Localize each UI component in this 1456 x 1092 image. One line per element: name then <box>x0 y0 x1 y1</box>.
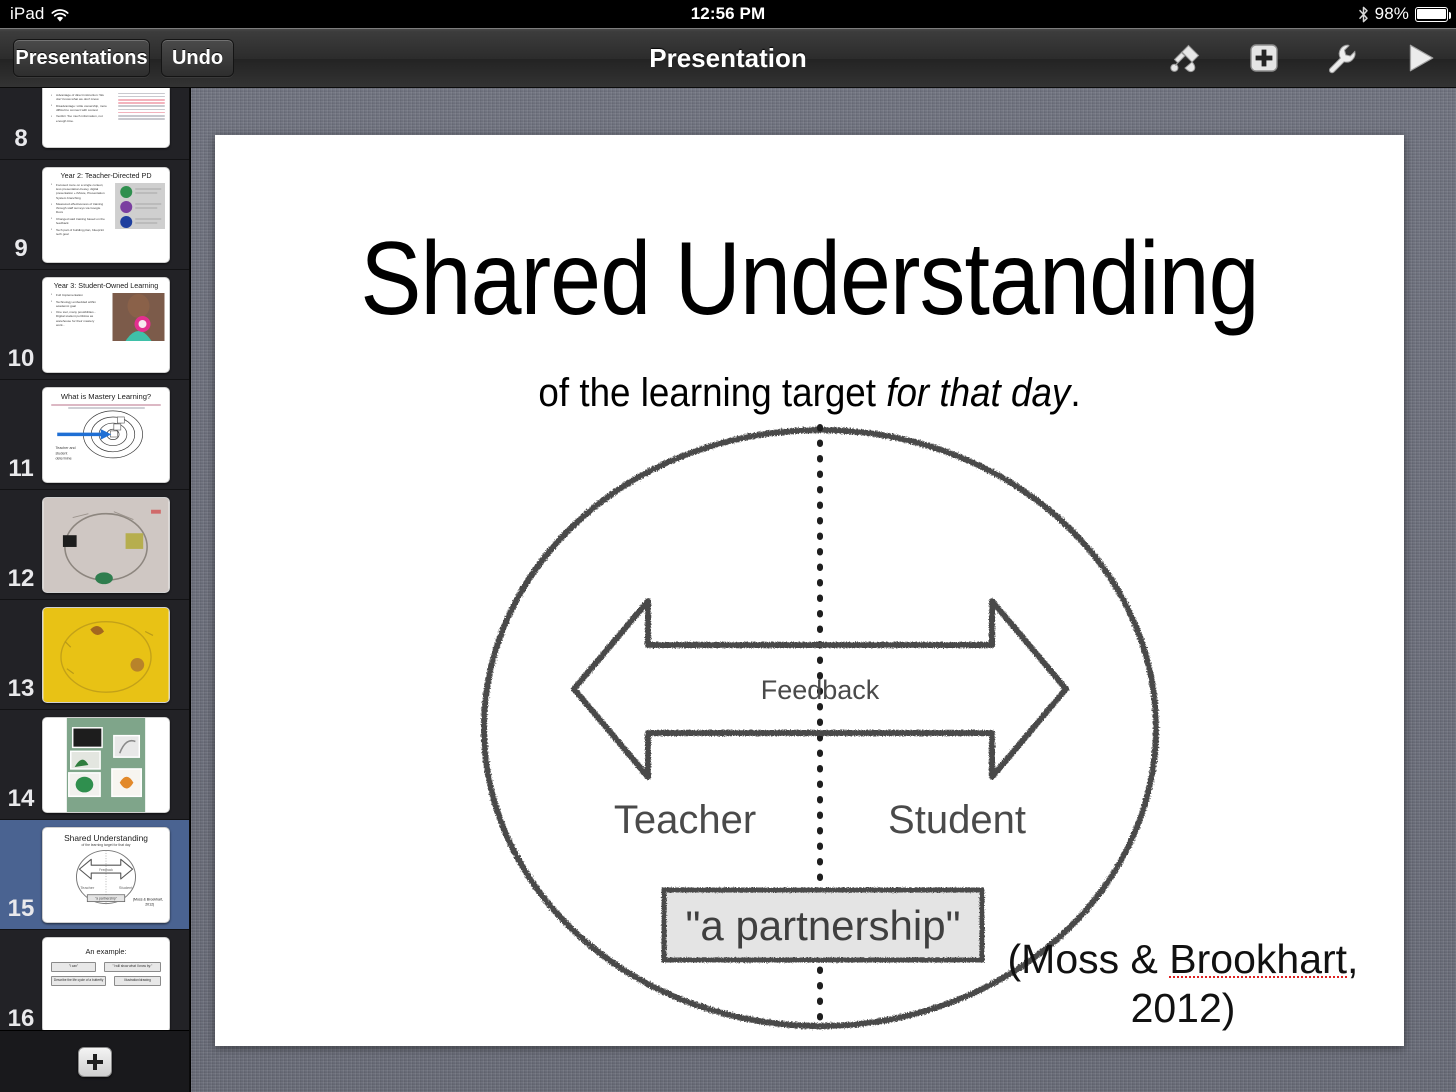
svg-text:Feedback: Feedback <box>99 869 113 873</box>
slide-thumbnail-8[interactable]: 8 Advantage of direct instruction: We do… <box>0 88 189 160</box>
thumb-mastery-diagram: Teacher and student determine <box>55 410 143 461</box>
thumb-photo-whiteboard <box>43 497 169 592</box>
battery-percentage: 98% <box>1374 4 1409 23</box>
thumb-box: Describe the life cycle of a butterfly <box>51 976 107 986</box>
thumb-bullet: Full Implementation <box>51 292 104 297</box>
svg-text:student: student <box>55 452 67 456</box>
sidebar-footer <box>0 1030 189 1092</box>
svg-text:2012): 2012) <box>145 903 154 907</box>
citation-year: 2012) <box>1130 984 1236 1031</box>
slide-number: 12 <box>7 565 35 592</box>
thumb-photo-yellow <box>43 607 169 702</box>
thumb-bullet: Tech part of building plan, blueprint te… <box>51 227 107 236</box>
svg-text:"a partnership": "a partnership" <box>95 897 118 901</box>
slide-thumbnail-9[interactable]: 9 Year 2: Teacher-Directed PD Focused mo… <box>0 160 189 270</box>
slide-number: 9 <box>14 235 28 262</box>
svg-text:determine: determine <box>55 457 71 461</box>
status-bar: iPad 12:56 PM 98% <box>0 0 1456 28</box>
slide-canvas[interactable]: Shared Understanding of the learning tar… <box>191 88 1456 1092</box>
thumb-photo-bulletin <box>43 717 169 812</box>
thumb-title: An example: <box>85 946 127 956</box>
slide-number: 13 <box>7 675 35 702</box>
thumb-bullet: Changed said training based on the feedb… <box>51 216 107 225</box>
slide-thumbnail-10[interactable]: 10 Year 3: Student-Owned Learning Full I… <box>0 270 189 380</box>
battery-icon <box>1415 6 1452 22</box>
slide-thumbnail-list: 8 Advantage of direct instruction: We do… <box>0 88 189 1040</box>
plus-icon <box>87 1053 103 1070</box>
feedback-label: Feedback <box>761 675 880 705</box>
navigation-toolbar: Presentations Undo Presentation <box>0 28 1456 88</box>
slide-citation[interactable]: (Moss & Brookhart, 2012) <box>968 935 1398 1032</box>
teacher-label: Teacher <box>614 798 756 842</box>
citation-prefix: (Moss & <box>1007 936 1170 983</box>
play-icon[interactable] <box>1398 37 1442 79</box>
thumb-bullet: Technology embedded within academic goal <box>51 299 104 308</box>
slide-subtitle-end: . <box>1070 371 1081 415</box>
svg-text:Student: Student <box>119 885 133 890</box>
thumb-bullet: Verdict: Too much information, not enoug… <box>51 114 110 123</box>
paintbrush-icon[interactable] <box>1164 37 1208 79</box>
slide-thumbnail-12[interactable]: 12 <box>0 490 189 600</box>
toolbar-actions <box>1164 28 1442 88</box>
status-bar-right: 98% <box>1358 0 1452 28</box>
slide-navigator-sidebar[interactable]: 8 Advantage of direct instruction: We do… <box>0 88 190 1092</box>
thumb-bullet: Disadvantage: Little ownership, more dif… <box>51 103 110 112</box>
undo-button[interactable]: Undo <box>161 39 234 77</box>
thumb-box: Illustration/drawing <box>114 976 161 986</box>
thumb-bullet: One tool, many possibilities - Digital s… <box>51 310 104 327</box>
slide-thumbnail-image: Shared Understanding of the learning tar… <box>42 826 170 923</box>
slide-thumbnail-16[interactable]: 16 An example: "I can" "I will show what… <box>0 930 189 1040</box>
slide-subtitle-italic: for that day <box>886 371 1071 415</box>
partnership-box: "a partnership" <box>661 887 985 963</box>
citation-comma: , <box>1347 936 1359 983</box>
thumb-bullet: Focused more on a single context, less p… <box>51 182 107 200</box>
slide-thumbnail-image: Year 2: Teacher-Directed PD Focused more… <box>42 166 170 263</box>
ipad-keynote-app: iPad 12:56 PM 98% Presentations Undo Pre… <box>0 0 1456 1092</box>
slide-thumbnail-13[interactable]: 13 <box>0 600 189 710</box>
slide-number: 15 <box>7 895 35 922</box>
student-label: Student <box>888 798 1026 842</box>
slide-thumbnail-image <box>42 606 170 703</box>
slide-thumbnail-14[interactable]: 14 <box>0 710 189 820</box>
thumb-title: What is Mastery Learning? <box>60 391 152 401</box>
thumb-title: Shared Understanding <box>64 832 148 843</box>
partnership-label: "a partnership" <box>686 902 961 949</box>
svg-text:Teacher: Teacher <box>80 885 95 890</box>
slide-thumbnail-image: An example: "I can" "I will show what I … <box>42 936 170 1033</box>
thumb-title: Year 2: Teacher-Directed PD <box>60 170 152 180</box>
slide-subtitle-plain: of the learning target <box>538 371 887 415</box>
slide-thumbnail-11[interactable]: 11 What is Mastery Learning? Teacher and… <box>0 380 189 490</box>
slide-thumbnail-image: Year 3: Student-Owned Learning Full Impl… <box>42 276 170 373</box>
thumb-shared-understanding-diagram: Feedback Teacher Student "a partnership"… <box>75 850 163 907</box>
add-slide-button[interactable] <box>78 1046 112 1077</box>
plus-box-icon[interactable] <box>1242 37 1286 79</box>
presentations-button[interactable]: Presentations <box>13 39 150 77</box>
slide-thumbnail-image: What is Mastery Learning? Teacher and st… <box>42 386 170 483</box>
status-bar-clock: 12:56 PM <box>690 4 766 23</box>
svg-text:(Moss & Brookhart,: (Moss & Brookhart, <box>133 898 163 902</box>
slide-title[interactable]: Shared Understanding <box>286 227 1332 331</box>
slide-subtitle[interactable]: of the learning target for that day. <box>263 371 1357 416</box>
thumb-bullet: Measured effectiveness of training throu… <box>51 202 107 215</box>
slide-number: 11 <box>8 455 34 482</box>
slide-number: 8 <box>14 125 28 152</box>
thumb-photo-student <box>112 292 165 341</box>
slide-thumbnail-image <box>42 496 170 593</box>
citation-misspelled-word: Brookhart <box>1169 936 1348 983</box>
thumb-box: "I can" <box>51 962 96 973</box>
slide-thumbnail-image <box>42 716 170 813</box>
bluetooth-icon <box>1358 6 1369 23</box>
wrench-icon[interactable] <box>1320 37 1364 79</box>
slide-number: 14 <box>7 785 35 812</box>
thumb-box: "I will show what I know by:" <box>103 962 161 973</box>
thumb-bullet: Advantage of direct instruction: We don'… <box>51 92 110 101</box>
svg-text:Teacher and: Teacher and <box>55 447 75 451</box>
slide-thumbnail-15[interactable]: 15 Shared Understanding of the learning … <box>0 820 189 930</box>
slide-number: 10 <box>7 345 35 372</box>
slide-thumbnail-image: Advantage of direct instruction: We don'… <box>42 88 170 148</box>
thumb-title: Year 3: Student-Owned Learning <box>53 280 159 290</box>
current-slide[interactable]: Shared Understanding of the learning tar… <box>215 135 1404 1046</box>
